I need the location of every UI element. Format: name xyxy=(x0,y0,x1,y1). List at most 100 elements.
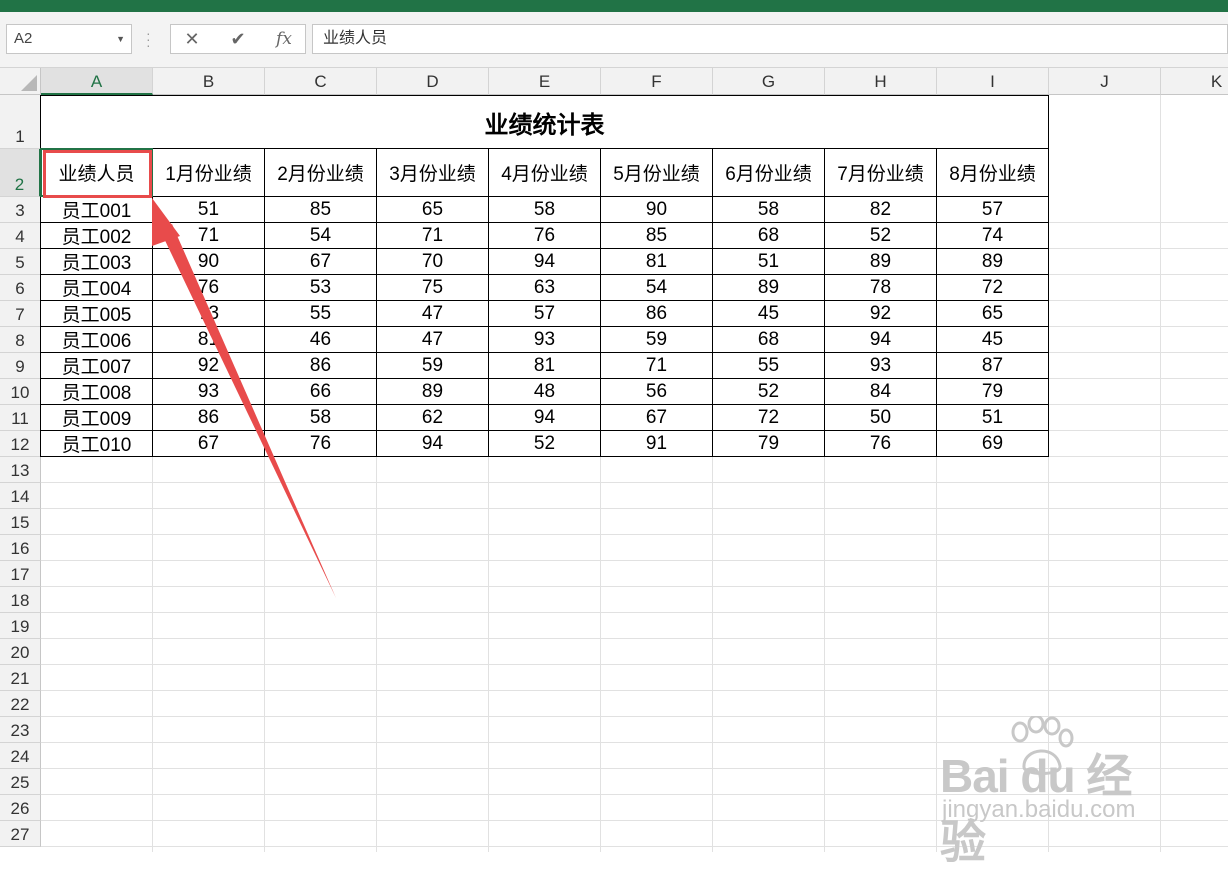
data-cell[interactable]: 90 xyxy=(153,249,265,275)
row-header-22[interactable]: 22 xyxy=(0,691,41,717)
column-header-K[interactable]: K xyxy=(1161,68,1228,95)
row-header-20[interactable]: 20 xyxy=(0,639,41,665)
formula-input[interactable]: 业绩人员 xyxy=(312,24,1228,54)
data-cell[interactable]: 81 xyxy=(601,249,713,275)
row-header-17[interactable]: 17 xyxy=(0,561,41,587)
data-cell[interactable]: 71 xyxy=(153,223,265,249)
data-cell[interactable]: 51 xyxy=(153,197,265,223)
column-header-I[interactable]: I xyxy=(937,68,1049,95)
data-cell[interactable]: 93 xyxy=(489,327,601,353)
data-cell[interactable]: 89 xyxy=(713,275,825,301)
data-cell[interactable]: 86 xyxy=(153,405,265,431)
data-cell[interactable]: 76 xyxy=(153,275,265,301)
data-cell[interactable]: 89 xyxy=(825,249,937,275)
header-cell[interactable]: 8月份业绩 xyxy=(937,149,1049,197)
data-cell[interactable]: 51 xyxy=(937,405,1049,431)
data-cell[interactable]: 56 xyxy=(601,379,713,405)
data-cell[interactable]: 90 xyxy=(601,197,713,223)
row-header-1[interactable]: 1 xyxy=(0,95,41,149)
row-header-18[interactable]: 18 xyxy=(0,587,41,613)
data-cell[interactable]: 59 xyxy=(601,327,713,353)
data-cell[interactable]: 92 xyxy=(153,353,265,379)
data-cell[interactable]: 79 xyxy=(713,431,825,457)
data-cell[interactable]: 53 xyxy=(265,275,377,301)
row-header-25[interactable]: 25 xyxy=(0,769,41,795)
row-header-23[interactable]: 23 xyxy=(0,717,41,743)
data-cell[interactable]: 89 xyxy=(937,249,1049,275)
data-cell[interactable]: 员工010 xyxy=(40,431,153,457)
row-header-12[interactable]: 12 xyxy=(0,431,41,457)
data-cell[interactable]: 94 xyxy=(377,431,489,457)
data-cell[interactable]: 52 xyxy=(825,223,937,249)
data-cell[interactable]: 54 xyxy=(265,223,377,249)
data-cell[interactable]: 55 xyxy=(713,353,825,379)
data-cell[interactable]: 72 xyxy=(713,405,825,431)
data-cell[interactable]: 81 xyxy=(489,353,601,379)
data-cell[interactable]: 57 xyxy=(937,197,1049,223)
cancel-icon[interactable]: ✕ xyxy=(179,27,205,51)
header-cell[interactable]: 1月份业绩 xyxy=(153,149,265,197)
data-cell[interactable]: 67 xyxy=(601,405,713,431)
header-cell[interactable]: 4月份业绩 xyxy=(489,149,601,197)
column-header-D[interactable]: D xyxy=(377,68,489,95)
data-cell[interactable]: 员工009 xyxy=(40,405,153,431)
data-cell[interactable]: 59 xyxy=(377,353,489,379)
row-header-27[interactable]: 27 xyxy=(0,821,41,847)
column-header-E[interactable]: E xyxy=(489,68,601,95)
data-cell[interactable]: 73 xyxy=(153,301,265,327)
data-cell[interactable]: 75 xyxy=(377,275,489,301)
data-cell[interactable]: 66 xyxy=(265,379,377,405)
data-cell[interactable]: 员工008 xyxy=(40,379,153,405)
row-header-5[interactable]: 5 xyxy=(0,249,41,275)
data-cell[interactable]: 员工001 xyxy=(40,197,153,223)
name-box[interactable]: A2 ▼ xyxy=(6,24,132,54)
data-cell[interactable]: 65 xyxy=(937,301,1049,327)
data-cell[interactable]: 47 xyxy=(377,301,489,327)
data-cell[interactable]: 72 xyxy=(937,275,1049,301)
data-cell[interactable]: 76 xyxy=(825,431,937,457)
row-header-4[interactable]: 4 xyxy=(0,223,41,249)
data-cell[interactable]: 89 xyxy=(377,379,489,405)
data-cell[interactable]: 58 xyxy=(713,197,825,223)
data-cell[interactable]: 员工004 xyxy=(40,275,153,301)
row-header-10[interactable]: 10 xyxy=(0,379,41,405)
row-header-26[interactable]: 26 xyxy=(0,795,41,821)
data-cell[interactable]: 51 xyxy=(713,249,825,275)
drag-handle-icon[interactable]: · · · xyxy=(146,26,151,52)
data-cell[interactable]: 46 xyxy=(265,327,377,353)
data-cell[interactable]: 45 xyxy=(937,327,1049,353)
data-cell[interactable]: 员工007 xyxy=(40,353,153,379)
column-header-F[interactable]: F xyxy=(601,68,713,95)
data-cell[interactable]: 员工006 xyxy=(40,327,153,353)
row-header-6[interactable]: 6 xyxy=(0,275,41,301)
data-cell[interactable]: 94 xyxy=(489,405,601,431)
data-cell[interactable]: 67 xyxy=(265,249,377,275)
data-cell[interactable]: 47 xyxy=(377,327,489,353)
data-cell[interactable]: 86 xyxy=(601,301,713,327)
row-header-9[interactable]: 9 xyxy=(0,353,41,379)
row-header-8[interactable]: 8 xyxy=(0,327,41,353)
row-header-14[interactable]: 14 xyxy=(0,483,41,509)
data-cell[interactable]: 86 xyxy=(265,353,377,379)
enter-icon[interactable]: ✔ xyxy=(225,27,251,51)
data-cell[interactable]: 67 xyxy=(153,431,265,457)
header-cell[interactable]: 7月份业绩 xyxy=(825,149,937,197)
data-cell[interactable]: 55 xyxy=(265,301,377,327)
data-cell[interactable]: 员工003 xyxy=(40,249,153,275)
data-cell[interactable]: 81 xyxy=(153,327,265,353)
data-cell[interactable]: 78 xyxy=(825,275,937,301)
data-cell[interactable]: 45 xyxy=(713,301,825,327)
data-cell[interactable]: 52 xyxy=(489,431,601,457)
data-cell[interactable]: 48 xyxy=(489,379,601,405)
data-cell[interactable]: 62 xyxy=(377,405,489,431)
row-header-11[interactable]: 11 xyxy=(0,405,41,431)
data-cell[interactable]: 87 xyxy=(937,353,1049,379)
data-cell[interactable]: 70 xyxy=(377,249,489,275)
data-cell[interactable]: 员工002 xyxy=(40,223,153,249)
row-header-7[interactable]: 7 xyxy=(0,301,41,327)
data-cell[interactable]: 57 xyxy=(489,301,601,327)
header-cell[interactable]: 3月份业绩 xyxy=(377,149,489,197)
data-cell[interactable]: 74 xyxy=(937,223,1049,249)
column-header-J[interactable]: J xyxy=(1049,68,1161,95)
column-header-A[interactable]: A xyxy=(41,68,153,95)
